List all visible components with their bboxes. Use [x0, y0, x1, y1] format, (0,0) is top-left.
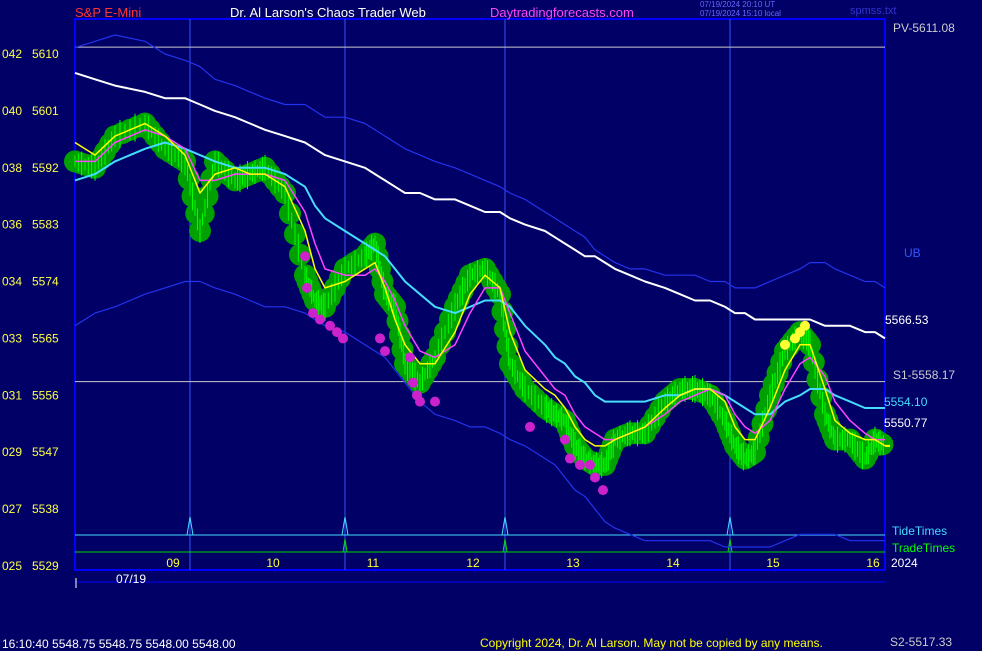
pv-label: PV-5611.08	[893, 21, 955, 35]
y-axis-tick-label: 5547	[32, 445, 59, 459]
magenta-dot	[405, 352, 415, 363]
y-axis-sub-label: 027	[2, 502, 22, 516]
y-axis-sub-label: 038	[2, 161, 22, 175]
x-axis-tick-label: 15	[766, 556, 780, 570]
symbol-title: S&P E-Mini	[75, 5, 142, 20]
site-link[interactable]: Daytradingforecasts.com	[490, 5, 634, 20]
magenta-dot	[380, 346, 390, 357]
y-axis-sub-label: 036	[2, 218, 22, 232]
magenta-dot	[315, 314, 325, 325]
timestamp-local: 07/19/2024 15:10 local	[700, 9, 781, 18]
magenta-dot	[408, 377, 418, 388]
magenta-dot	[375, 333, 385, 344]
y-axis-tick-label: 5538	[32, 502, 59, 516]
x-axis-tick-label: 09	[166, 556, 180, 570]
year-label: 2024	[891, 556, 918, 570]
magenta-dot	[560, 434, 570, 445]
y-axis-sub-label: 034	[2, 275, 22, 289]
last-price-label: 5550.77	[884, 416, 928, 430]
y-axis-sub-label: 031	[2, 388, 22, 402]
tradetimes-label: TradeTimes	[892, 541, 956, 555]
magenta-dot	[300, 251, 310, 262]
magenta-dot	[302, 282, 312, 293]
magenta-dot	[338, 333, 348, 344]
x-axis-tick-label: 10	[266, 556, 280, 570]
y-axis-sub-label: 025	[2, 559, 22, 573]
y-axis-tick-label: 5565	[32, 331, 59, 345]
tidetimes-label: TideTimes	[892, 524, 948, 538]
y-axis-sub-label: 040	[2, 104, 22, 118]
magenta-dot	[565, 453, 575, 464]
ub-label: UB	[904, 246, 921, 260]
y-axis-tick-label: 5574	[32, 275, 59, 289]
s1-label: S1-5558.17	[893, 368, 956, 382]
magenta-dot	[585, 459, 595, 470]
slow-avg-label: 5554.10	[884, 395, 928, 409]
magenta-dot	[415, 396, 425, 407]
upper-band-line	[74, 34, 886, 289]
y-axis-sub-label: 029	[2, 445, 22, 459]
magenta-dot	[525, 421, 535, 432]
s2-label: S2-5517.33	[890, 635, 953, 649]
y-axis-tick-label: 5601	[32, 104, 59, 118]
chart: 042 5610 040 5601 038 5592 036 5583 034 5574 033 55…	[2, 18, 894, 588]
y-axis-tick-label: 5556	[32, 388, 59, 402]
y-axis-tick-label: 5583	[32, 218, 59, 232]
x-axis-tick-label: 16	[866, 556, 880, 570]
x-axis-tick-label: 13	[566, 556, 580, 570]
y-axis-sub-label: 042	[2, 47, 22, 61]
yellow-dot	[800, 320, 810, 331]
magenta-dot	[590, 472, 600, 483]
long-avg-label: 5566.53	[885, 313, 929, 327]
x-axis-tick-label: 12	[466, 556, 480, 570]
y-axis-tick-label: 5529	[32, 559, 59, 573]
y-axis-sub-label: 033	[2, 331, 22, 345]
quote-readout: 16:10:40 5548.75 5548.75 5548.00 5548.00	[2, 637, 236, 651]
copyright: Copyright 2024, Dr. Al Larson. May not b…	[480, 636, 823, 650]
y-axis-tick-label: 5610	[32, 47, 59, 61]
magenta-dot	[598, 485, 608, 496]
magenta-dot	[575, 459, 585, 470]
date-label: 07/19	[116, 572, 147, 586]
plot-frame	[74, 18, 886, 571]
file-name: spmss.txt	[850, 5, 897, 17]
timestamp-ut: 07/19/2024 20:10 UT	[700, 0, 776, 9]
web-title: Dr. Al Larson's Chaos Trader Web	[230, 5, 426, 20]
y-axis-tick-label: 5592	[32, 161, 59, 175]
x-axis-tick-label: 14	[666, 556, 680, 570]
yellow-dot	[780, 339, 790, 350]
x-axis-tick-label: 11	[367, 556, 380, 570]
magenta-dot	[430, 396, 440, 407]
